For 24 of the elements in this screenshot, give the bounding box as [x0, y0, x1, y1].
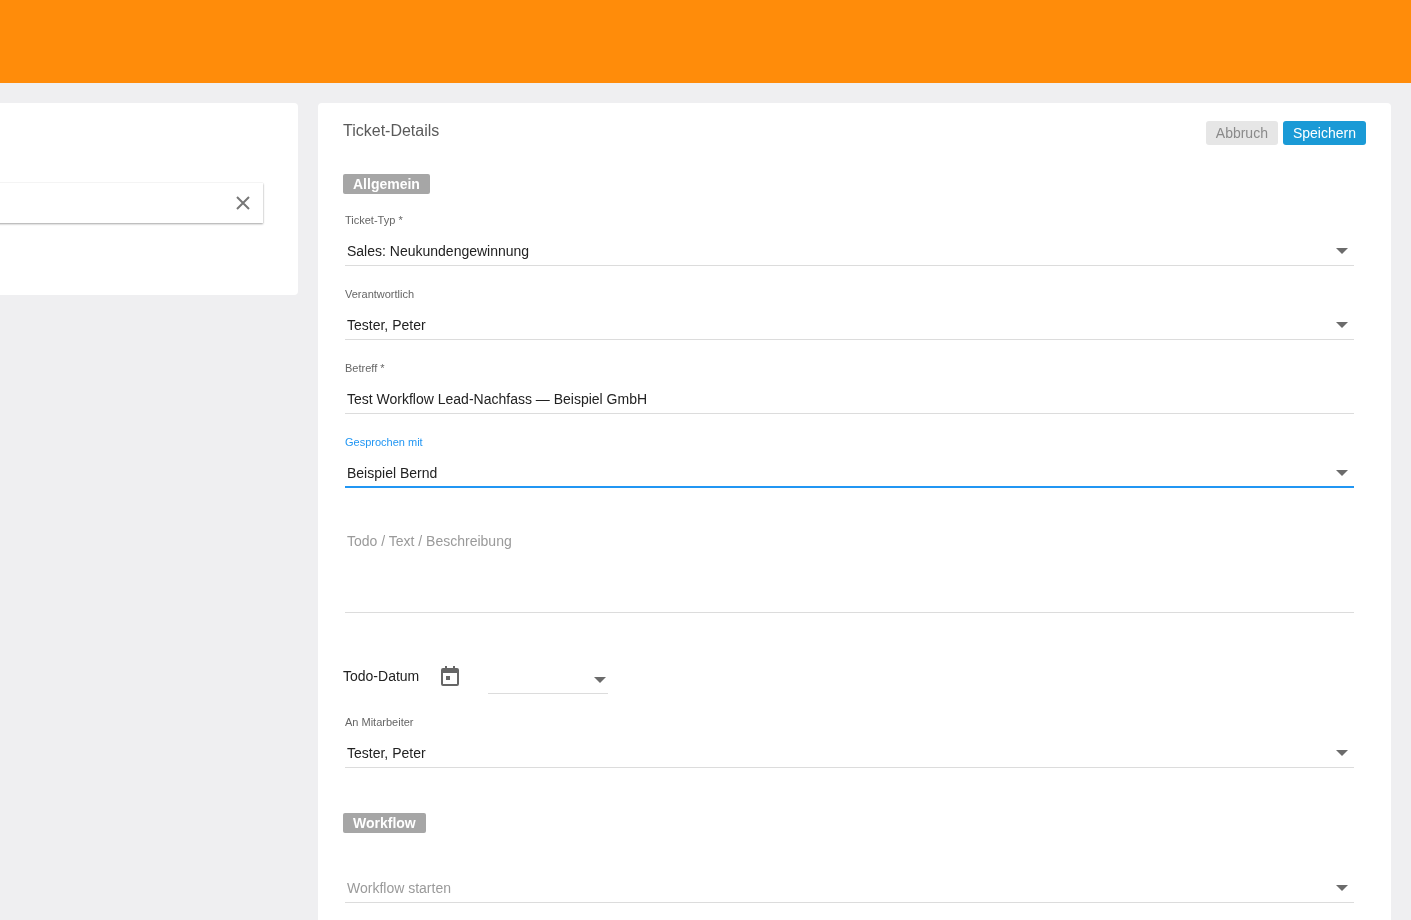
section-heading: Workflow [343, 813, 426, 833]
select-field[interactable]: Tester, Peter [345, 743, 1354, 768]
text-input[interactable]: Test Workflow Lead-Nachfass — Beispiel GmbH [345, 389, 1354, 414]
field-label: Gesprochen mit [345, 435, 424, 449]
field-label: An Mitarbeiter [345, 715, 415, 729]
field-label: Ticket-Typ * [345, 213, 404, 227]
field-label: Verantwortlich [345, 287, 416, 301]
search-field[interactable] [0, 183, 263, 223]
caret-icon [1336, 248, 1348, 254]
close-icon[interactable] [236, 196, 250, 210]
caret-icon [1336, 322, 1348, 328]
select-field[interactable]: Tester, Peter [345, 315, 1354, 340]
panel-title: Ticket-Details [343, 121, 440, 141]
date-label: Todo-Datum [343, 668, 420, 684]
caret-icon [1336, 470, 1348, 476]
calendar-icon[interactable] [441, 666, 460, 686]
caret-icon [1336, 885, 1348, 891]
select-field[interactable]: Sales: Neukundengewinnung [345, 241, 1354, 266]
caret-icon [1336, 750, 1348, 756]
select-field[interactable]: Beispiel Bernd [345, 463, 1354, 488]
caret-icon [594, 677, 607, 683]
section-heading: Allgemein [343, 174, 430, 194]
description-textarea[interactable]: Todo / Text / Beschreibung [345, 509, 1354, 613]
field-label: Betreff * [345, 361, 386, 375]
